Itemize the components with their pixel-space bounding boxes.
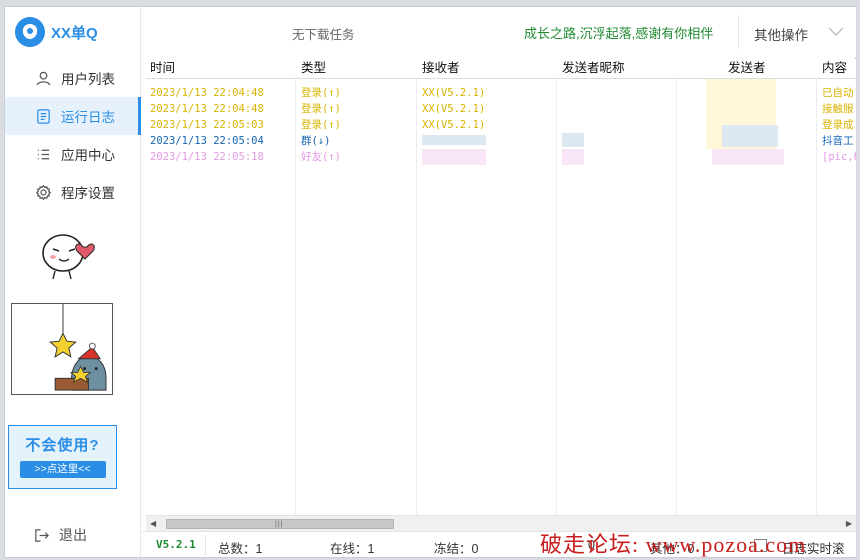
help-banner[interactable]: 不会使用? >>点这里<< bbox=[8, 425, 117, 489]
chevron-down-icon[interactable] bbox=[828, 27, 844, 37]
header: 无下载任务 成长之路,沉浮起落,感谢有你相伴 其他操作 bbox=[142, 7, 856, 57]
scrollbar-thumb[interactable]: ||| bbox=[166, 519, 394, 529]
help-title: 不会使用? bbox=[25, 437, 100, 454]
column-header-sender[interactable]: 发送者 bbox=[724, 59, 766, 79]
frozen-count: 冻结：0 bbox=[434, 542, 479, 556]
scroll-left-icon[interactable]: ◀ bbox=[150, 519, 156, 528]
header-divider bbox=[738, 15, 739, 49]
version-label: V5.2.1 bbox=[156, 538, 196, 551]
redacted-block bbox=[712, 149, 784, 165]
sidebar-item-users[interactable]: 用户列表 bbox=[5, 59, 141, 97]
redacted-block bbox=[562, 133, 584, 147]
app-logo-icon bbox=[15, 17, 45, 47]
download-status: 无下载任务 bbox=[292, 28, 355, 42]
sidebar-item-label: 用户列表 bbox=[61, 72, 115, 87]
user-icon bbox=[36, 71, 51, 85]
logout-button[interactable]: 退出 bbox=[33, 525, 87, 545]
log-table: 时间 类型 接收者 发送者昵称 发送者 内容 2023/1/13 22:04:4… bbox=[146, 59, 856, 515]
table-header: 时间 类型 接收者 发送者昵称 发送者 内容 bbox=[146, 59, 856, 79]
sidebar: XX单Q 用户列表 运行日志 应用中心 程序设置 不会使用? >>点这里<< 退… bbox=[5, 7, 141, 557]
watermark-text: 破走论坛: www.pozoa.com bbox=[540, 532, 807, 557]
sidebar-item-label: 运行日志 bbox=[61, 110, 115, 125]
total-count: 总数：1 bbox=[218, 542, 263, 556]
sticker-star-cat-image bbox=[11, 303, 113, 395]
cell-time: 2023/1/13 22:04:48 bbox=[150, 103, 264, 115]
sidebar-item-app-center[interactable]: 应用中心 bbox=[5, 135, 141, 173]
column-header-type[interactable]: 类型 bbox=[297, 59, 326, 79]
redacted-block bbox=[562, 149, 584, 165]
cell-receiver: XX(V5.2.1) bbox=[422, 119, 486, 131]
logout-label: 退出 bbox=[59, 527, 87, 543]
cell-receiver: XX(V5.2.1) bbox=[422, 87, 486, 99]
column-header-sender-nickname[interactable]: 发送者昵称 bbox=[558, 59, 625, 79]
sidebar-item-label: 应用中心 bbox=[61, 148, 115, 163]
slogan-text: 成长之路,沉浮起落,感谢有你相伴 bbox=[524, 26, 714, 41]
cell-time: 2023/1/13 22:05:04 bbox=[150, 135, 264, 147]
gear-icon bbox=[35, 184, 52, 200]
redacted-block bbox=[422, 135, 486, 145]
other-ops-menu[interactable]: 其他操作 bbox=[754, 24, 808, 44]
grip-icon: ||| bbox=[275, 521, 284, 528]
column-header-receiver[interactable]: 接收者 bbox=[418, 59, 460, 79]
cell-type: 登录(↑) bbox=[301, 103, 341, 115]
cell-content: 登录成 bbox=[822, 119, 854, 131]
help-button[interactable]: >>点这里<< bbox=[19, 461, 106, 478]
cell-time: 2023/1/13 22:05:18 bbox=[150, 151, 264, 163]
sidebar-nav: 用户列表 运行日志 应用中心 程序设置 bbox=[5, 59, 141, 211]
cell-content: 抖音工 bbox=[822, 135, 854, 147]
redacted-block bbox=[422, 149, 486, 165]
app-title: XX单Q bbox=[51, 24, 98, 42]
status-divider bbox=[205, 535, 206, 555]
cell-content: 接触服 bbox=[822, 103, 854, 115]
cell-time: 2023/1/13 22:05:03 bbox=[150, 119, 264, 131]
brand: XX单Q bbox=[15, 15, 98, 49]
logout-icon bbox=[35, 528, 49, 542]
cell-time: 2023/1/13 22:04:48 bbox=[150, 87, 264, 99]
sidebar-item-run-log[interactable]: 运行日志 bbox=[5, 97, 141, 135]
column-header-time[interactable]: 时间 bbox=[146, 59, 175, 79]
cell-type: 好友(↑) bbox=[301, 151, 341, 163]
cell-receiver: XX(V5.2.1) bbox=[422, 103, 486, 115]
online-count: 在线：1 bbox=[330, 542, 375, 556]
cell-content: [pic,h bbox=[822, 151, 856, 163]
sidebar-item-label: 程序设置 bbox=[61, 186, 115, 201]
cell-type: 群(↓) bbox=[301, 135, 331, 147]
cell-type: 登录(↑) bbox=[301, 87, 341, 99]
cell-content: 已自动 bbox=[822, 87, 854, 99]
cell-type: 登录(↑) bbox=[301, 119, 341, 131]
sticker-character-image bbox=[42, 234, 95, 280]
list-icon bbox=[37, 149, 50, 159]
main-window: XX单Q 用户列表 运行日志 应用中心 程序设置 不会使用? >>点这里<< 退… bbox=[4, 6, 856, 558]
sidebar-item-settings[interactable]: 程序设置 bbox=[5, 173, 141, 211]
document-icon bbox=[37, 108, 50, 124]
scroll-right-icon[interactable]: ▶ bbox=[846, 519, 852, 528]
redacted-block bbox=[722, 125, 778, 147]
column-header-content[interactable]: 内容 bbox=[818, 59, 847, 79]
